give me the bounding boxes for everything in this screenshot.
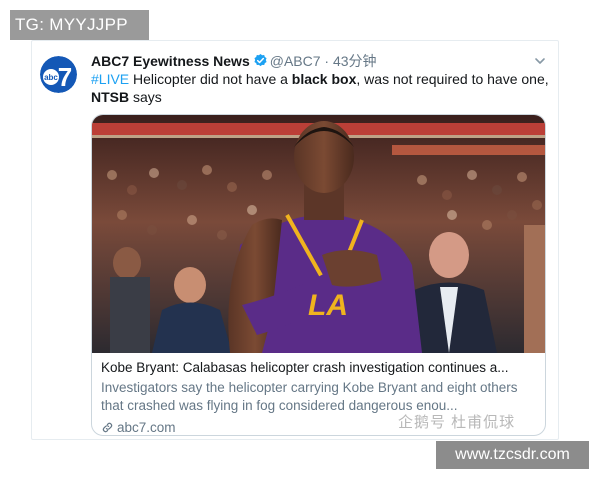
jersey-text: LA [308, 289, 348, 322]
display-name[interactable]: ABC7 Eyewitness News [91, 53, 250, 69]
tweet-text: #LIVE Helicopter did not have a black bo… [91, 70, 551, 106]
tweet-text-part: , was not required to have one, [356, 71, 549, 87]
chevron-down-icon[interactable] [534, 51, 546, 71]
site-url-label: www.tzcsdr.com [436, 441, 589, 469]
link-icon [102, 422, 113, 433]
tweet-card[interactable]: abc 7 ABC7 Eyewitness News @ABC7 · 43分钟 #… [31, 40, 559, 440]
verified-badge-icon [254, 53, 267, 67]
tweet-text-bold: black box [291, 71, 357, 87]
tweet-header: ABC7 Eyewitness News @ABC7 · 43分钟 [91, 51, 546, 71]
card-description: Investigators say the helicopter carryin… [101, 380, 518, 413]
timestamp[interactable]: 43分钟 [333, 53, 377, 69]
avatar-number: 7 [58, 62, 72, 92]
link-preview-card[interactable]: LA Kobe Bryant: Calabasas helicopter cra… [91, 114, 546, 436]
separator: · [324, 53, 330, 69]
tweet-text-part: Helicopter did not have a [129, 71, 292, 87]
card-image[interactable]: LA [92, 115, 545, 353]
watermark-text: 企鹅号 杜甫侃球 [398, 414, 516, 431]
tg-label: TG: MYYJJPP [10, 10, 149, 40]
tweet-text-part: says [129, 89, 162, 105]
abc7-logo: abc 7 [40, 56, 77, 93]
hashtag-link[interactable]: #LIVE [91, 71, 129, 87]
avatar-text: abc [44, 73, 58, 82]
handle[interactable]: @ABC7 [270, 53, 321, 69]
card-domain-text: abc7.com [117, 420, 176, 435]
card-title[interactable]: Kobe Bryant: Calabasas helicopter crash … [101, 359, 536, 377]
tweet-text-bold: NTSB [91, 89, 130, 105]
kobe-photo: LA [92, 115, 545, 353]
avatar[interactable]: abc 7 [40, 56, 77, 93]
